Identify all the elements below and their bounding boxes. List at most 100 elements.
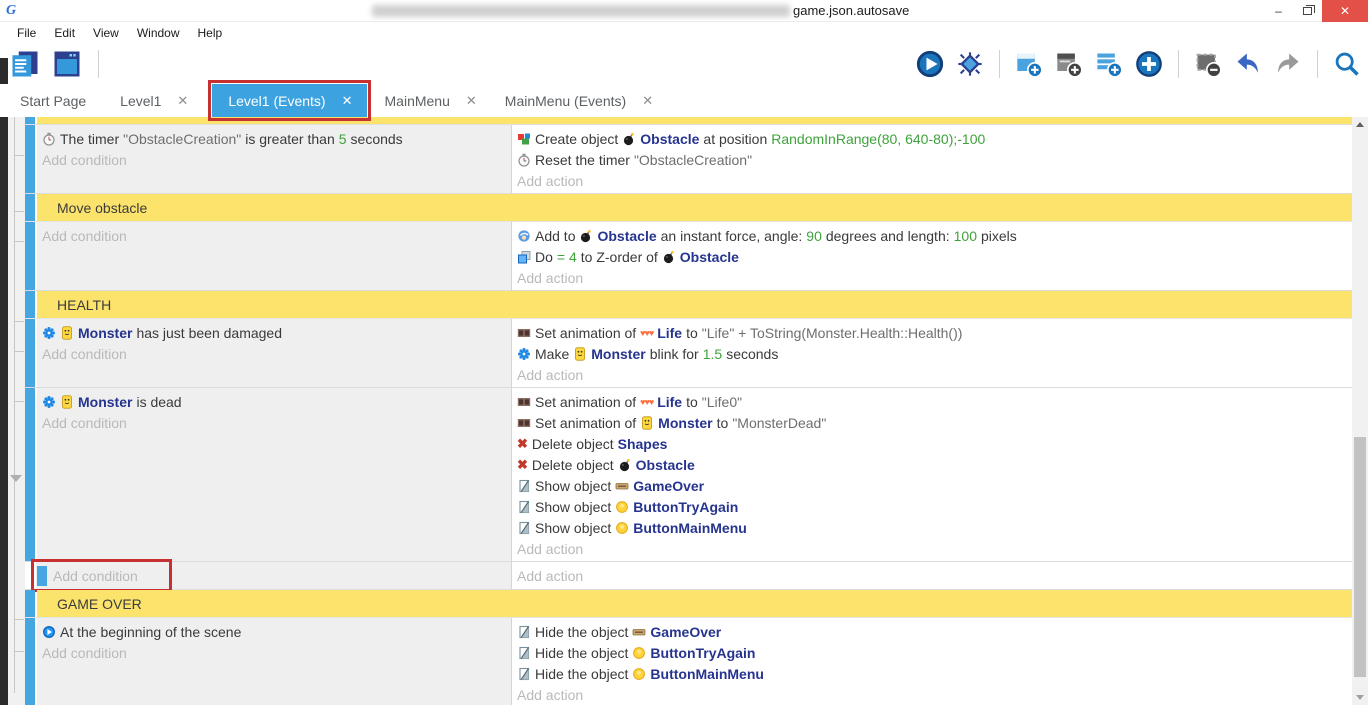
close-button[interactable]: ✕ [1322, 0, 1368, 22]
condition-row[interactable]: Monster has just been damaged [42, 322, 507, 343]
add-event-icon[interactable] [1014, 49, 1044, 79]
action-row[interactable]: Set animation of ♥♥♥Life to "Life" + ToS… [517, 322, 1348, 343]
text-segment: seconds [351, 131, 403, 147]
tree-connector [14, 401, 24, 402]
action-row[interactable]: Set animation of Monster to "MonsterDead… [517, 412, 1348, 433]
add-condition-row[interactable]: Add condition [42, 412, 507, 433]
condition-row[interactable]: The timer "ObstacleCreation" is greater … [42, 128, 507, 149]
button-icon [632, 667, 646, 681]
visibility-icon [517, 667, 531, 681]
action-row[interactable]: Set animation of ♥♥♥Life to "Life0" [517, 391, 1348, 412]
restore-button[interactable] [1293, 0, 1322, 22]
tree-collapse-arrow-icon[interactable] [10, 475, 22, 482]
add-action-row[interactable]: Add action [517, 170, 1348, 191]
action-row[interactable]: Hide the object GameOver [517, 621, 1348, 642]
tab-close-icon[interactable]: ✕ [642, 93, 653, 109]
redo-icon[interactable] [1273, 49, 1303, 79]
delete-event-icon[interactable] [1193, 49, 1223, 79]
add-comment-icon[interactable] [1054, 49, 1084, 79]
placeholder-text: Add action [517, 541, 583, 557]
add-action-row[interactable]: Add action [517, 538, 1348, 559]
placeholder-text: Add action [517, 270, 583, 286]
search-icon[interactable] [1332, 49, 1362, 79]
group-header-strip [37, 117, 1352, 124]
menu-bar: FileEditViewWindowHelp [0, 22, 1368, 44]
group-header[interactable]: HEALTH [25, 291, 1352, 319]
actions-cell: Set animation of ♥♥♥Life to "Life0"Set a… [511, 388, 1352, 561]
action-row[interactable]: Show object ButtonMainMenu [517, 517, 1348, 538]
preview-play-icon[interactable] [915, 49, 945, 79]
tab-close-icon[interactable]: ✕ [342, 93, 353, 109]
group-header[interactable]: Move obstacle [25, 194, 1352, 222]
add-condition-row[interactable]: Add condition [53, 565, 138, 586]
tree-connector [14, 619, 24, 620]
group-header-label: GAME OVER [37, 590, 1352, 617]
text-segment: pixels [981, 228, 1017, 244]
tab-close-icon[interactable]: ✕ [177, 93, 188, 109]
scroll-up-arrow-icon[interactable] [1352, 117, 1368, 132]
project-manager-icon[interactable] [10, 49, 40, 79]
add-condition-row[interactable]: Add condition [42, 343, 507, 364]
object-name: ButtonTryAgain [650, 645, 755, 661]
add-action-row[interactable]: Add action [517, 267, 1348, 288]
scene-editor-icon[interactable] [52, 49, 82, 79]
event-selection-bar [25, 222, 35, 290]
object-name: Life [657, 394, 682, 410]
tab-mainmenu-events[interactable]: MainMenu (Events)✕ [495, 84, 665, 117]
debug-icon[interactable] [955, 49, 985, 79]
scrollbar-thumb[interactable] [1354, 437, 1366, 677]
text-segment: Set animation of [535, 394, 636, 410]
menu-help[interactable]: Help [189, 22, 232, 44]
animation-icon [517, 395, 531, 409]
add-subevent-icon[interactable] [1094, 49, 1124, 79]
tab-level1-events[interactable]: Level1 (Events)✕ [212, 84, 366, 117]
tab-start-page[interactable]: Start Page [10, 84, 104, 117]
add-condition-row[interactable]: Add condition [42, 642, 507, 663]
minimize-button[interactable]: – [1264, 0, 1293, 22]
action-row[interactable]: Hide the object ButtonTryAgain [517, 642, 1348, 663]
action-row[interactable]: ✖Delete object Shapes [517, 433, 1348, 454]
action-row[interactable]: Do = 4 to Z-order of Obstacle [517, 246, 1348, 267]
add-condition-row[interactable]: Add condition [42, 225, 507, 246]
menu-view[interactable]: View [84, 22, 128, 44]
visibility-icon [517, 646, 531, 660]
event-selection-bar [25, 618, 35, 705]
add-action-row[interactable]: Add action [517, 684, 1348, 705]
vertical-scrollbar[interactable] [1352, 117, 1368, 705]
visibility-icon [517, 479, 531, 493]
add-other-icon[interactable] [1134, 49, 1164, 79]
condition-row[interactable]: At the beginning of the scene [42, 621, 507, 642]
text-segment: The timer [60, 131, 119, 147]
text-segment: "ObstacleCreation" [634, 152, 752, 168]
action-row[interactable]: Reset the timer "ObstacleCreation" [517, 149, 1348, 170]
add-action-row[interactable]: Add action [517, 565, 583, 586]
scroll-down-arrow-icon[interactable] [1352, 690, 1368, 705]
condition-row[interactable]: Monster is dead [42, 391, 507, 412]
toolbar-separator [1178, 50, 1179, 78]
undo-icon[interactable] [1233, 49, 1263, 79]
force-icon [517, 229, 531, 243]
action-row[interactable]: Create object Obstacle at position Rando… [517, 128, 1348, 149]
action-row[interactable]: Make Monster blink for 1.5 seconds [517, 343, 1348, 364]
event-selection-bar [25, 117, 35, 124]
object-name: Shapes [618, 436, 668, 452]
menu-file[interactable]: File [8, 22, 45, 44]
placeholder-text: Add condition [42, 228, 127, 244]
tab-mainmenu[interactable]: MainMenu✕ [375, 84, 489, 117]
action-row[interactable]: Add to Obstacle an instant force, angle:… [517, 225, 1348, 246]
tab-bar: Start PageLevel1✕ Level1 (Events)✕ MainMen… [0, 84, 1368, 117]
tab-close-icon[interactable]: ✕ [466, 93, 477, 109]
action-row[interactable]: Show object ButtonTryAgain [517, 496, 1348, 517]
add-action-row[interactable]: Add action [517, 364, 1348, 385]
menu-edit[interactable]: Edit [45, 22, 84, 44]
tree-connector [14, 211, 24, 212]
add-condition-row[interactable]: Add condition [42, 149, 507, 170]
object-name: Obstacle [636, 457, 695, 473]
action-row[interactable]: Hide the object ButtonMainMenu [517, 663, 1348, 684]
group-header[interactable]: GAME OVER [25, 590, 1352, 618]
action-row[interactable]: Show object GameOver [517, 475, 1348, 496]
tab-level1[interactable]: Level1✕ [110, 84, 200, 117]
animation-icon [517, 416, 531, 430]
menu-window[interactable]: Window [128, 22, 189, 44]
action-row[interactable]: ✖Delete object Obstacle [517, 454, 1348, 475]
